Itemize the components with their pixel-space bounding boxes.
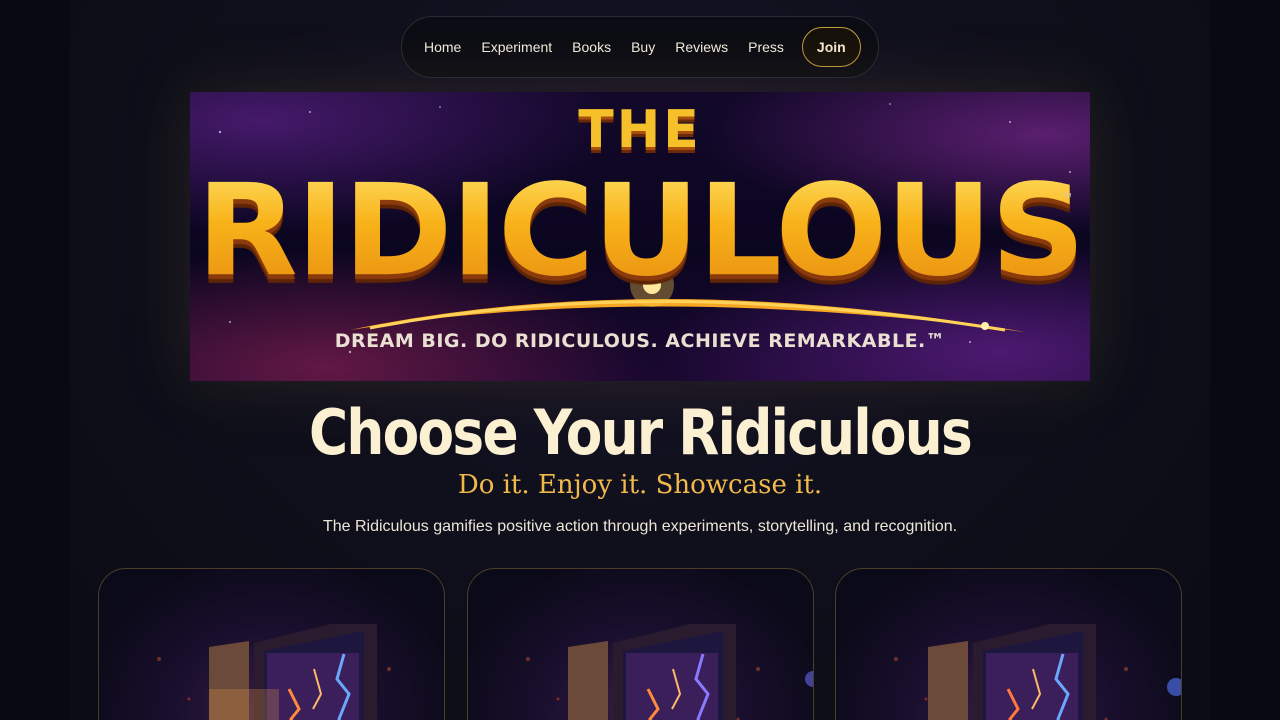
page-title: Choose Your Ridiculous xyxy=(308,396,973,469)
nav-press-link[interactable]: Press xyxy=(748,39,784,55)
banner-tagline: DREAM BIG. DO RIDICULOUS. ACHIEVE REMARK… xyxy=(334,330,946,352)
nav-experiment-link[interactable]: Experiment xyxy=(481,39,552,55)
nav-reviews-link[interactable]: Reviews xyxy=(675,39,728,55)
intro-text: The Ridiculous gamifies positive action … xyxy=(322,518,958,535)
hero-banner-logo: THE RIDICULOUS ™ DREAM BIG. DO RIDICULOU… xyxy=(190,92,1090,381)
join-button[interactable]: Join xyxy=(801,27,861,67)
banner-trademark: ™ xyxy=(1062,192,1072,203)
choice-card-1[interactable] xyxy=(98,568,445,720)
choice-card-3[interactable] xyxy=(835,568,1182,720)
open-door-lightning-icon xyxy=(157,624,391,720)
open-door-lightning-icon xyxy=(526,624,813,720)
nav-home-link[interactable]: Home xyxy=(424,39,461,55)
banner-title-text: RIDICULOUS xyxy=(190,157,1090,305)
nav-buy-link[interactable]: Buy xyxy=(631,39,655,55)
open-door-lightning-icon xyxy=(894,624,1181,720)
top-nav: Home Experiment Books Buy Reviews Press … xyxy=(401,16,879,78)
page-subtitle: Do it. Enjoy it. Showcase it. xyxy=(457,470,823,500)
choice-card-2[interactable] xyxy=(467,568,814,720)
nav-books-link[interactable]: Books xyxy=(572,39,611,55)
banner-the-text: THE xyxy=(578,100,702,160)
